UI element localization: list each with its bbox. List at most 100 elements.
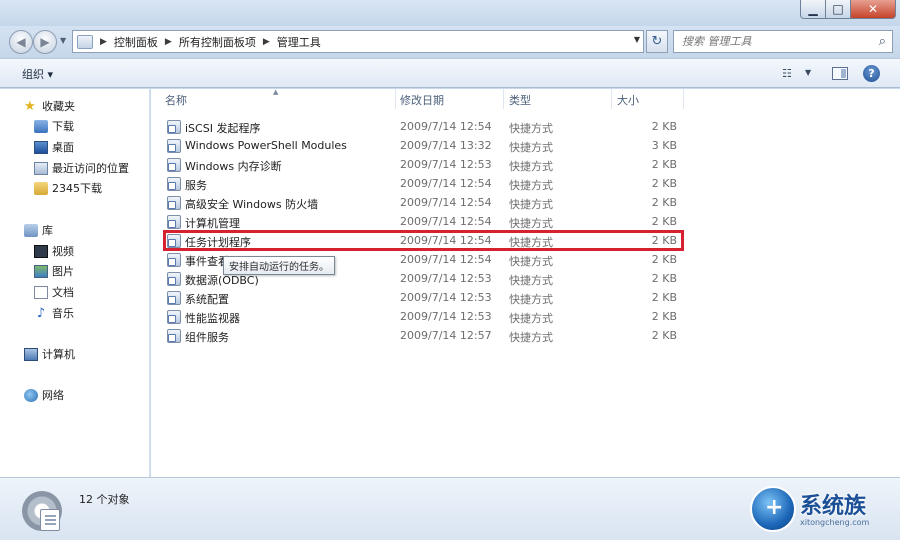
search-icon[interactable]: ⌕ <box>879 34 886 49</box>
downloads-folder-icon <box>34 119 48 133</box>
title-bar: ▁ □ ✕ <box>0 0 900 26</box>
file-row-performance-monitor[interactable]: 性能监视器 2009/7/14 12:53 快捷方式 2 KB <box>163 307 683 326</box>
file-row-firewall[interactable]: 高级安全 Windows 防火墙 2009/7/14 12:54 快捷方式 2 … <box>163 193 683 212</box>
shortcut-icon <box>167 253 181 267</box>
column-header-size[interactable]: 大小 <box>617 92 639 108</box>
address-dropdown-icon[interactable]: ▼ <box>634 35 640 44</box>
view-options-icon[interactable]: ☷ <box>782 67 792 80</box>
view-dropdown-icon[interactable]: ▼ <box>805 68 811 77</box>
maximize-button[interactable]: □ <box>825 0 851 19</box>
file-name: 性能监视器 <box>185 312 240 325</box>
file-date: 2009/7/14 12:53 <box>400 291 492 304</box>
shortcut-icon <box>167 177 181 191</box>
folder-icon <box>34 181 48 195</box>
help-icon[interactable]: ? <box>863 65 880 82</box>
search-input[interactable] <box>682 35 862 48</box>
shortcut-icon <box>167 120 181 134</box>
file-date: 2009/7/14 12:54 <box>400 196 492 209</box>
file-size: 2 KB <box>651 329 677 342</box>
search-box[interactable]: ⌕ <box>673 30 893 53</box>
nav-label: 库 <box>42 224 53 237</box>
column-header-type[interactable]: 类型 <box>509 92 531 108</box>
shortcut-icon <box>167 272 181 286</box>
file-date: 2009/7/14 12:54 <box>400 177 492 190</box>
column-header-date[interactable]: 修改日期 <box>400 92 444 108</box>
file-size: 2 KB <box>651 215 677 228</box>
nav-recent-places[interactable]: 最近访问的位置 <box>34 159 129 177</box>
shortcut-icon <box>167 196 181 210</box>
file-date: 2009/7/14 12:53 <box>400 158 492 171</box>
nav-music[interactable]: ♪ 音乐 <box>34 304 74 322</box>
file-row-services[interactable]: 服务 2009/7/14 12:54 快捷方式 2 KB <box>163 174 683 193</box>
nav-libraries[interactable]: 库 <box>24 221 53 239</box>
breadcrumb-chevron-icon[interactable]: ▶ <box>263 37 270 47</box>
shortcut-icon <box>167 329 181 343</box>
preview-pane-button[interactable] <box>832 67 848 80</box>
nav-documents[interactable]: 文档 <box>34 283 74 301</box>
file-type: 快捷方式 <box>509 217 553 230</box>
star-icon: ★ <box>24 98 36 114</box>
address-bar[interactable]: ▶ 控制面板 ▶ 所有控制面板项 ▶ 管理工具 ▼ <box>72 30 644 53</box>
forward-button[interactable]: ▶ <box>33 30 57 54</box>
file-size: 2 KB <box>651 253 677 266</box>
nav-label: 收藏夹 <box>42 100 75 113</box>
breadcrumb-chevron-icon[interactable]: ▶ <box>100 37 107 47</box>
nav-desktop[interactable]: 桌面 <box>34 138 74 156</box>
close-button[interactable]: ✕ <box>850 0 896 19</box>
nav-label: 计算机 <box>42 348 75 361</box>
file-row-component-services[interactable]: 组件服务 2009/7/14 12:57 快捷方式 2 KB <box>163 326 683 345</box>
nav-label: 网络 <box>42 389 64 402</box>
file-name: 高级安全 Windows 防火墙 <box>185 198 319 211</box>
file-type: 快捷方式 <box>509 198 553 211</box>
file-row-powershell-modules[interactable]: Windows PowerShell Modules 2009/7/14 13:… <box>163 136 683 155</box>
nav-videos[interactable]: 视频 <box>34 242 74 260</box>
breadcrumb-control-panel[interactable]: 控制面板 <box>114 34 158 50</box>
column-header-name[interactable]: 名称 <box>165 92 187 108</box>
nav-network[interactable]: 网络 <box>24 386 64 404</box>
file-row-memory-diagnostic[interactable]: Windows 内存诊断 2009/7/14 12:53 快捷方式 2 KB <box>163 155 683 174</box>
file-type: 快捷方式 <box>509 141 553 154</box>
file-row-system-configuration[interactable]: 系统配置 2009/7/14 12:53 快捷方式 2 KB <box>163 288 683 307</box>
file-date: 2009/7/14 12:54 <box>400 215 492 228</box>
file-size: 2 KB <box>651 158 677 171</box>
nav-label: 桌面 <box>52 141 74 154</box>
address-row: ◀ ▶ ▼ ▶ 控制面板 ▶ 所有控制面板项 ▶ 管理工具 ▼ ↻ ⌕ <box>0 26 900 58</box>
file-type: 快捷方式 <box>509 160 553 173</box>
column-divider[interactable] <box>683 89 684 109</box>
nav-downloads[interactable]: 下载 <box>34 117 74 135</box>
nav-2345-downloads[interactable]: 2345下载 <box>34 179 102 197</box>
back-button[interactable]: ◀ <box>9 30 33 54</box>
document-icon <box>40 509 60 531</box>
column-divider[interactable] <box>395 89 396 109</box>
nav-computer[interactable]: 计算机 <box>24 345 75 363</box>
file-size: 2 KB <box>651 310 677 323</box>
file-name: iSCSI 发起程序 <box>185 122 261 135</box>
breadcrumb-chevron-icon[interactable]: ▶ <box>165 37 172 47</box>
organize-button[interactable]: 组织 ▾ <box>22 66 53 82</box>
file-type: 快捷方式 <box>509 331 553 344</box>
breadcrumb-admin-tools[interactable]: 管理工具 <box>277 34 321 50</box>
file-type: 快捷方式 <box>509 274 553 287</box>
file-row-iscsi[interactable]: iSCSI 发起程序 2009/7/14 12:54 快捷方式 2 KB <box>163 117 683 136</box>
column-divider[interactable] <box>503 89 504 109</box>
forward-arrow-icon: ▶ <box>40 35 50 49</box>
refresh-icon: ↻ <box>651 34 663 49</box>
shortcut-icon <box>167 158 181 172</box>
tooltip: 安排自动运行的任务。 <box>223 256 335 275</box>
minimize-button[interactable]: ▁ <box>800 0 826 19</box>
breadcrumb-all-items[interactable]: 所有控制面板项 <box>179 34 256 50</box>
file-size: 2 KB <box>651 120 677 133</box>
shortcut-icon <box>167 310 181 324</box>
nav-label: 最近访问的位置 <box>52 162 129 175</box>
recent-pages-chevron-icon[interactable]: ▼ <box>60 36 66 45</box>
file-type: 快捷方式 <box>509 293 553 306</box>
nav-favorites[interactable]: ★ 收藏夹 <box>24 97 75 115</box>
file-type: 快捷方式 <box>509 179 553 192</box>
video-library-icon <box>34 244 48 258</box>
nav-pictures[interactable]: 图片 <box>34 262 74 280</box>
column-divider[interactable] <box>611 89 612 109</box>
file-row-computer-management[interactable]: 计算机管理 2009/7/14 12:54 快捷方式 2 KB <box>163 212 683 231</box>
file-date: 2009/7/14 12:57 <box>400 329 492 342</box>
refresh-button[interactable]: ↻ <box>646 30 668 53</box>
recent-places-icon <box>34 161 48 175</box>
